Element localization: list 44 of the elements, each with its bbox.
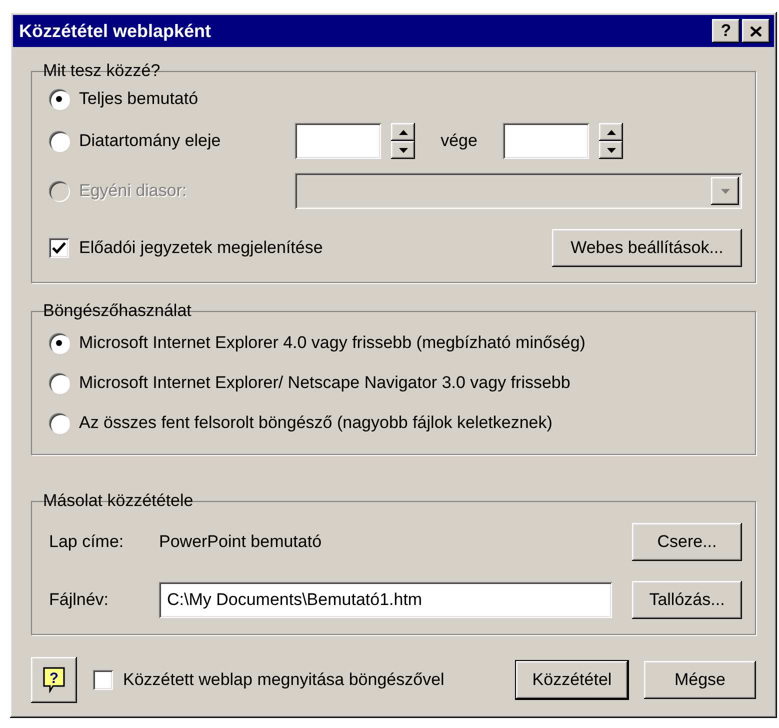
- radio-button[interactable]: [49, 89, 69, 109]
- option-label: Microsoft Internet Explorer/ Netscape Navigator 3.0 vagy frissebb: [79, 373, 570, 393]
- window-title: Közzététel weblapként: [19, 20, 212, 42]
- option-label: Az összes fent felsorolt böngésző (nagyobb fájlok keletkeznek): [79, 413, 552, 433]
- custom-show-dropdown[interactable]: [295, 173, 742, 209]
- spin-button[interactable]: [391, 123, 415, 159]
- spin-button[interactable]: [599, 123, 623, 159]
- option-label: Teljes bemutató: [79, 89, 198, 109]
- browse-button[interactable]: Tallózás...: [632, 581, 742, 619]
- publish-button[interactable]: Közzététel: [516, 661, 628, 699]
- option-label: Microsoft Internet Explorer 4.0 vagy frissebb (megbízható minőség): [79, 333, 586, 353]
- close-button[interactable]: [742, 19, 770, 43]
- radio-button[interactable]: [49, 413, 69, 433]
- option-label: Diatartomány eleje: [79, 131, 221, 151]
- start-slide-field[interactable]: [295, 123, 381, 159]
- down-arrow-icon: [720, 188, 730, 194]
- radio-button[interactable]: [49, 373, 69, 393]
- option-label: Egyéni diasor:: [79, 181, 187, 201]
- change-button[interactable]: Csere...: [632, 523, 742, 561]
- end-slide-field[interactable]: [503, 123, 589, 159]
- page-title-text: PowerPoint bemutató: [159, 532, 322, 552]
- filename-field[interactable]: C:\My Documents\Bemutató1.htm: [159, 582, 612, 618]
- down-arrow-icon: [606, 148, 616, 152]
- close-icon: [750, 26, 762, 36]
- radio-button[interactable]: [49, 131, 69, 151]
- radio-button[interactable]: [49, 333, 69, 353]
- web-options-button[interactable]: Webes beállítások...: [552, 229, 742, 267]
- help-button[interactable]: ?: [31, 657, 77, 703]
- up-arrow-icon: [398, 130, 408, 134]
- group-title: Másolat közzététele: [42, 491, 194, 511]
- help-button[interactable]: ?: [712, 19, 740, 43]
- up-arrow-icon: [606, 130, 616, 134]
- checkbox[interactable]: [49, 238, 69, 258]
- cancel-button[interactable]: Mégse: [644, 661, 756, 699]
- down-arrow-icon: [398, 148, 408, 152]
- group-title: Böngészőhasználat: [42, 301, 192, 321]
- group-title: Mit tesz közzé?: [42, 61, 162, 81]
- help-bubble-icon: ?: [43, 667, 65, 693]
- end-label: vége: [440, 131, 478, 151]
- checkbox-label: Közzétett weblap megnyitása böngészővel: [123, 670, 444, 690]
- field-label: Lap címe:: [49, 532, 125, 552]
- field-label: Fájlnév:: [49, 590, 110, 610]
- checkbox[interactable]: [93, 670, 113, 690]
- checkbox-label: Előadói jegyzetek megjelenítése: [79, 238, 323, 258]
